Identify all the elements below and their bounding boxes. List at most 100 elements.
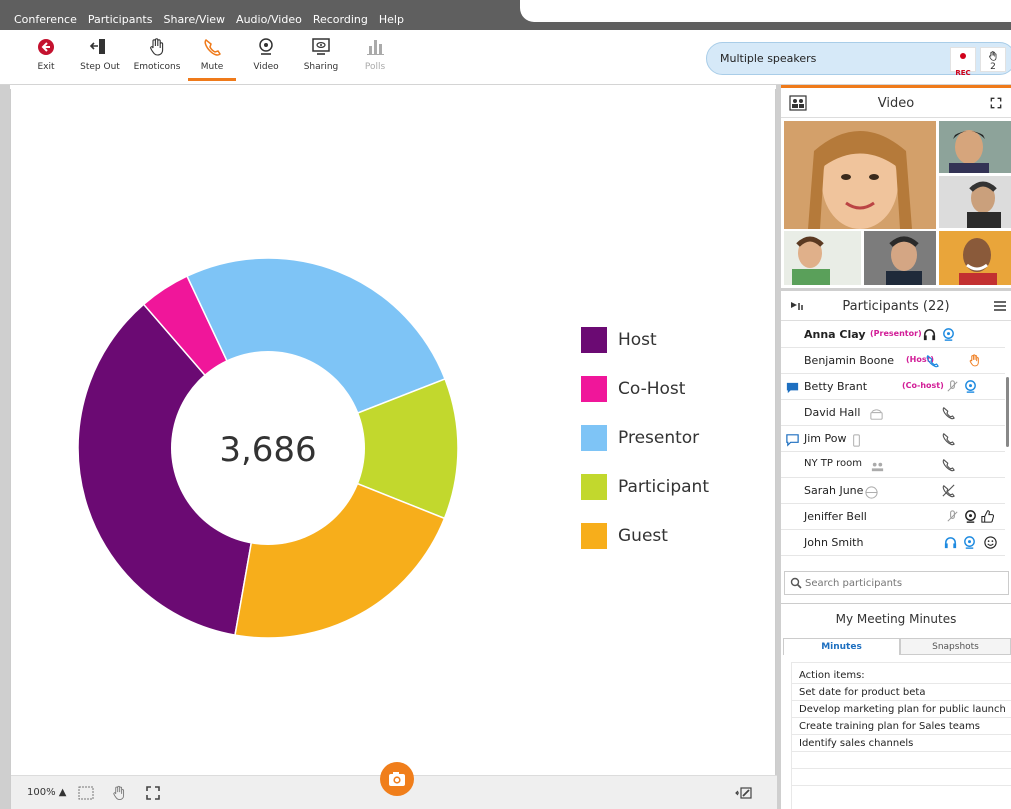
phone-icon — [204, 38, 221, 56]
video-tile-main[interactable] — [784, 121, 936, 229]
hamburger-menu-icon[interactable] — [993, 300, 1007, 312]
menu-audio-video[interactable]: Audio/Video — [236, 13, 302, 26]
phone-muted-icon[interactable] — [941, 483, 956, 498]
raised-hands-count: 2 — [990, 62, 996, 72]
minutes-line[interactable]: Develop marketing plan for public launch — [799, 704, 1006, 715]
thumbs-up-icon[interactable] — [980, 509, 995, 524]
tab-snapshots[interactable]: Snapshots — [900, 638, 1011, 655]
emoticons-button[interactable]: Emoticons — [131, 36, 183, 72]
webcam-icon[interactable] — [963, 509, 978, 524]
participant-row[interactable]: Betty Brant (Co-host) — [781, 374, 1005, 400]
menu-recording[interactable]: Recording — [313, 13, 368, 26]
video-tile-4[interactable] — [784, 231, 861, 285]
raised-hand-icon — [989, 51, 997, 61]
content-bottom-bar: 100% ▲ — [11, 762, 777, 809]
polls-button[interactable]: Polls — [349, 36, 401, 72]
pan-hand-icon[interactable] — [110, 784, 128, 802]
participant-name: Sarah June — [804, 484, 864, 497]
browser-icon — [865, 486, 878, 499]
minutes-rule — [791, 751, 1011, 752]
webcam-active-icon[interactable] — [962, 535, 977, 550]
legend-label: Participant — [618, 477, 710, 497]
phone-talking-icon[interactable] — [925, 353, 940, 368]
participant-row[interactable]: Jim Pow — [781, 426, 1005, 452]
minutes-title: My Meeting Minutes — [835, 612, 957, 626]
mute-button[interactable]: Mute — [186, 36, 238, 81]
camera-icon — [389, 772, 405, 786]
menu-share-view[interactable]: Share/View — [163, 13, 225, 26]
annotate-pen-icon[interactable] — [735, 784, 753, 802]
participant-face-3 — [939, 176, 1011, 228]
webcam-active-icon[interactable] — [941, 327, 956, 342]
legend-swatch — [581, 425, 607, 451]
smiley-icon[interactable] — [983, 535, 998, 550]
fit-screen-icon[interactable] — [77, 784, 95, 802]
minutes-line[interactable]: Set date for product beta — [799, 687, 925, 698]
menu-bar-tab-shape-right — [520, 22, 1011, 30]
snapshot-button[interactable] — [380, 762, 414, 796]
mic-muted-icon[interactable] — [945, 509, 960, 524]
mic-muted-icon[interactable] — [945, 379, 960, 394]
raised-hands-button[interactable]: 2 — [980, 47, 1006, 72]
participant-row[interactable]: Benjamin Boone (Host) — [781, 348, 1005, 374]
participant-row[interactable]: Jeniffer Bell — [781, 504, 1005, 530]
expand-video-icon[interactable] — [989, 96, 1003, 110]
step-out-button[interactable]: Step Out — [74, 36, 126, 72]
minutes-rule — [791, 683, 1011, 684]
minutes-line[interactable]: Action items: — [799, 670, 865, 681]
participant-name: Jim Pow — [804, 432, 847, 445]
phone-icon[interactable] — [941, 457, 956, 472]
menu-conference[interactable]: Conference — [14, 13, 77, 26]
record-button[interactable]: REC — [950, 47, 976, 77]
minutes-line[interactable]: Identify sales channels — [799, 738, 913, 749]
tab-minutes[interactable]: Minutes — [783, 638, 900, 655]
participant-row[interactable]: NY TP room — [781, 452, 1005, 478]
participant-row[interactable]: David Hall — [781, 400, 1005, 426]
headset-icon[interactable] — [943, 535, 958, 550]
menu-help[interactable]: Help — [379, 13, 404, 26]
fullscreen-icon[interactable] — [144, 784, 162, 802]
video-tile-6[interactable] — [939, 231, 1011, 285]
minutes-line[interactable]: Create training plan for Sales teams — [799, 721, 980, 732]
record-dot-icon — [960, 53, 966, 59]
participant-name: Betty Brant — [804, 380, 868, 393]
mute-active-indicator — [188, 78, 236, 81]
active-speaker-bar: Multiple speakers REC 2 — [706, 42, 1011, 77]
chat-bubble-filled-icon[interactable] — [785, 380, 800, 395]
phone-icon[interactable] — [941, 405, 956, 420]
participants-scrollbar[interactable] — [1006, 377, 1009, 447]
record-label: REC — [955, 69, 971, 77]
participant-name: Anna Clay — [804, 328, 866, 341]
phone-icon[interactable] — [941, 431, 956, 446]
active-speaker-text: Multiple speakers — [720, 52, 817, 65]
legend-label: Co-Host — [618, 379, 686, 399]
meeting-minutes-panel: My Meeting Minutes Minutes Snapshots Act… — [781, 603, 1011, 809]
legend-swatch — [581, 523, 607, 549]
exit-button[interactable]: Exit — [20, 36, 72, 72]
webcam-active-icon[interactable] — [963, 379, 978, 394]
participant-row[interactable]: Sarah June — [781, 478, 1005, 504]
participant-name: Benjamin Boone — [804, 354, 895, 367]
left-frame — [0, 85, 10, 809]
minutes-rule — [791, 662, 1011, 663]
participant-row[interactable]: Anna Clay (Presentor) — [781, 322, 1005, 348]
video-tile-3[interactable] — [939, 176, 1011, 228]
sharing-button[interactable]: Sharing — [295, 36, 347, 72]
right-panel: Video Participants (22) Anna Clay (Prese… — [781, 85, 1011, 809]
participants-header: Participants (22) — [781, 291, 1011, 321]
hand-icon — [150, 38, 164, 56]
video-tile-2[interactable] — [939, 121, 1011, 173]
video-tile-5[interactable] — [864, 231, 936, 285]
zoom-level[interactable]: 100% ▲ — [27, 787, 66, 798]
search-input[interactable] — [805, 576, 1000, 591]
menu-participants[interactable]: Participants — [88, 13, 153, 26]
raised-hand-orange-icon[interactable] — [967, 353, 982, 368]
participant-face-2 — [939, 121, 1011, 173]
polls-label: Polls — [364, 62, 386, 72]
video-button[interactable]: Video — [240, 36, 292, 72]
menu-bar: Conference Participants Share/View Audio… — [0, 0, 1011, 30]
participant-face-5 — [864, 231, 936, 285]
headset-icon[interactable] — [922, 327, 937, 342]
chat-bubble-outline-icon[interactable] — [785, 432, 800, 447]
participant-row[interactable]: John Smith — [781, 530, 1005, 556]
